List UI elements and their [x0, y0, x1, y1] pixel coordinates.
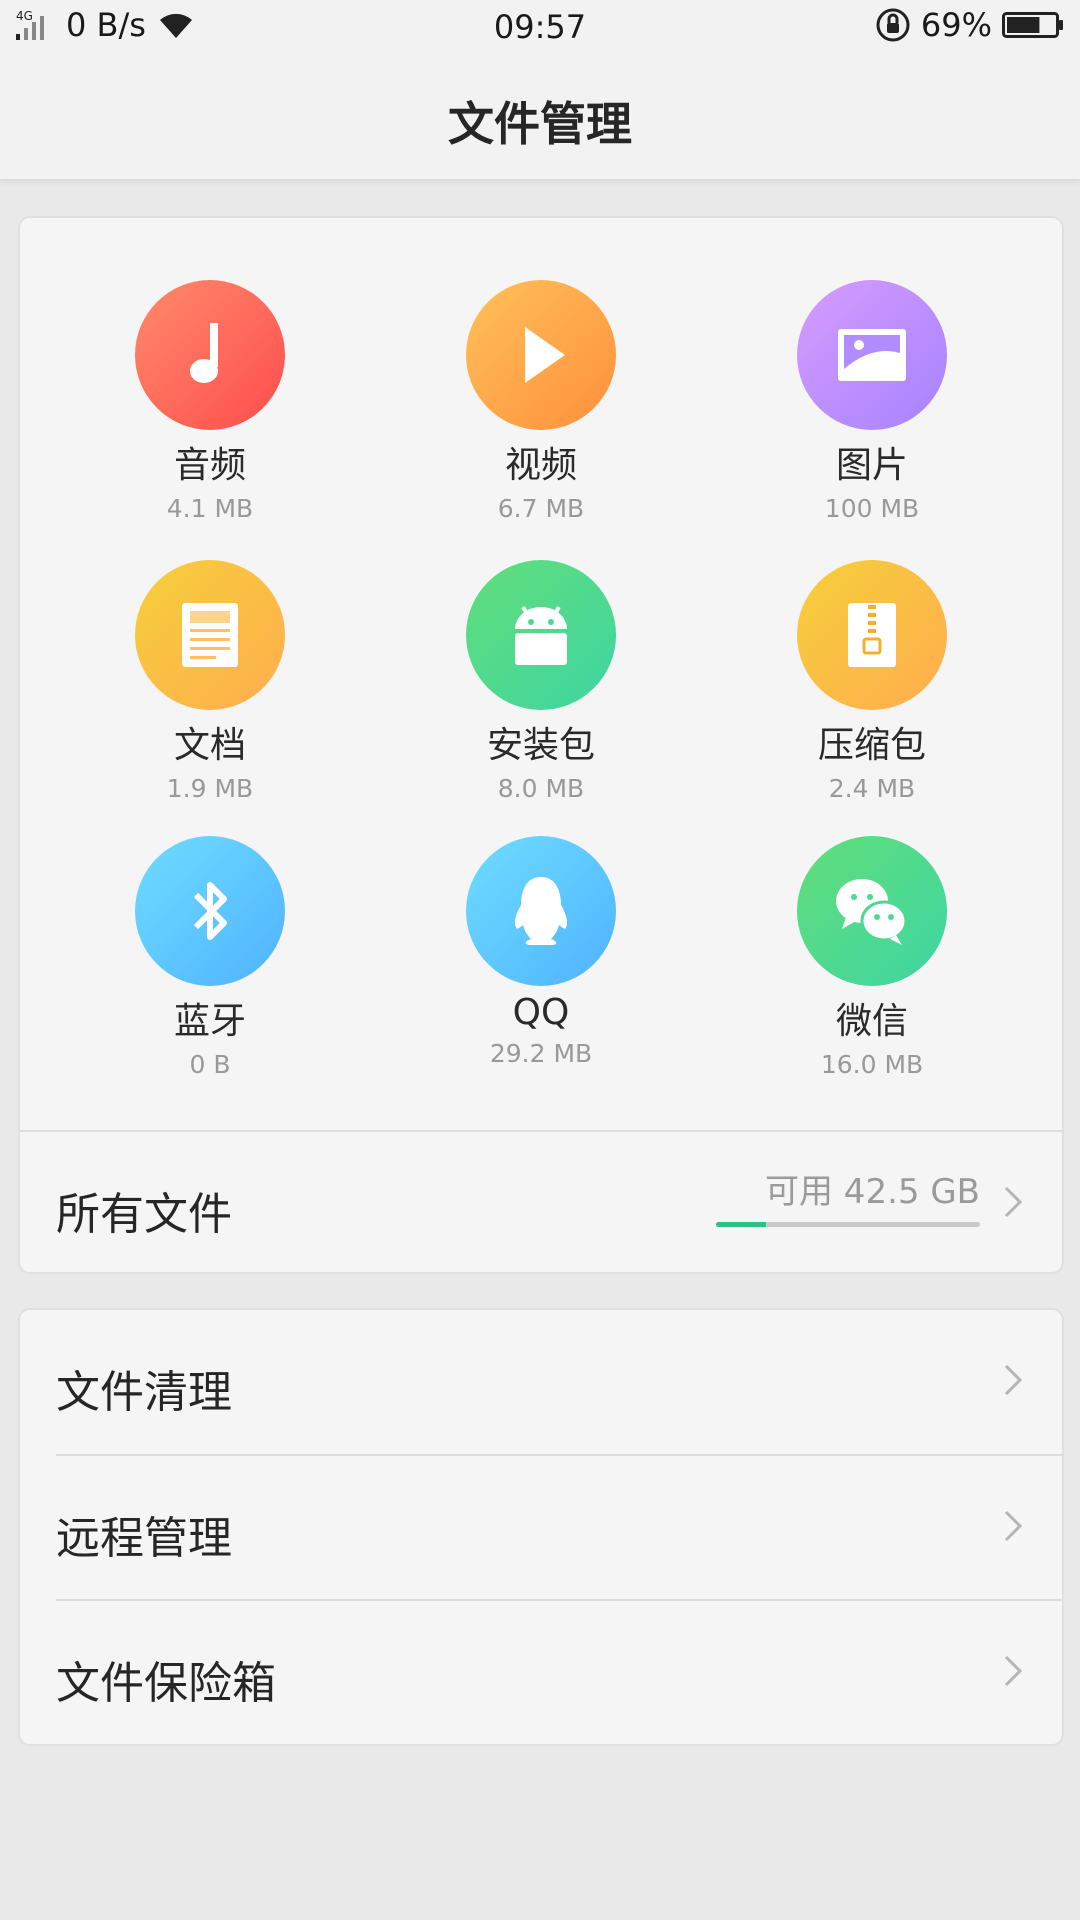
chevron-right-icon [1004, 1186, 1023, 1218]
category-size: 8.0 MB [497, 774, 585, 803]
qq-penguin-icon [466, 836, 616, 986]
category-size: 1.9 MB [166, 774, 254, 803]
category-label: 音频 [173, 445, 246, 486]
category-label: 蓝牙 [173, 1001, 246, 1042]
play-icon [466, 280, 616, 430]
category-size: 29.2 MB [489, 1039, 593, 1068]
category-label: 微信 [835, 1001, 908, 1042]
category-bluetooth[interactable]: 蓝牙 0 B [50, 836, 370, 1096]
category-label: 安装包 [486, 725, 595, 766]
tools-card: 文件清理 远程管理 文件保险箱 [18, 1308, 1064, 1746]
category-label: 文档 [173, 725, 246, 766]
category-size: 6.7 MB [497, 494, 585, 523]
category-apk[interactable]: 安装包 8.0 MB [381, 560, 701, 820]
category-label: 压缩包 [817, 725, 926, 766]
category-video[interactable]: 视频 6.7 MB [381, 280, 701, 540]
status-right: 69% [875, 6, 1064, 44]
category-label: QQ [512, 992, 570, 1033]
battery-percent: 69% [920, 6, 992, 44]
chevron-right-icon [1004, 1655, 1023, 1687]
category-audio[interactable]: 音频 4.1 MB [50, 280, 370, 540]
category-wechat[interactable]: 微信 16.0 MB [712, 836, 1032, 1096]
categories-card: 音频 4.1 MB 视频 6.7 MB 图片 100 MB 文档 1.9 MB [18, 216, 1064, 1274]
chevron-right-icon [1004, 1510, 1023, 1542]
wechat-icon [797, 836, 947, 986]
status-bar: 4G 0 B/s 09:57 69% [0, 0, 1080, 54]
tool-row-file-cleanup[interactable]: 文件清理 [20, 1310, 1062, 1450]
image-icon [797, 280, 947, 430]
category-documents[interactable]: 文档 1.9 MB [50, 560, 370, 820]
app-bar: 文件管理 [0, 54, 1080, 181]
music-note-icon [135, 280, 285, 430]
tool-row-remote-management[interactable]: 远程管理 [20, 1456, 1062, 1596]
category-qq[interactable]: QQ 29.2 MB [381, 836, 701, 1096]
category-size: 0 B [189, 1050, 231, 1079]
category-archives[interactable]: 压缩包 2.4 MB [712, 560, 1032, 820]
category-size: 16.0 MB [820, 1050, 924, 1079]
category-label: 图片 [835, 445, 908, 486]
storage-usage-bar [716, 1222, 980, 1227]
category-grid: 音频 4.1 MB 视频 6.7 MB 图片 100 MB 文档 1.9 MB [20, 218, 1062, 1130]
page-title: 文件管理 [448, 97, 632, 151]
document-icon [135, 560, 285, 710]
chevron-right-icon [1004, 1364, 1023, 1396]
category-size: 2.4 MB [828, 774, 916, 803]
battery-icon [1002, 12, 1063, 38]
tool-label: 文件清理 [56, 1367, 232, 1418]
category-images[interactable]: 图片 100 MB [712, 280, 1032, 540]
storage-usage-fill [716, 1222, 767, 1227]
tool-label: 远程管理 [56, 1513, 232, 1564]
category-size: 100 MB [824, 494, 920, 523]
tool-row-file-vault[interactable]: 文件保险箱 [20, 1601, 1062, 1741]
all-files-label: 所有文件 [56, 1189, 232, 1240]
zip-icon [797, 560, 947, 710]
android-icon [466, 560, 616, 710]
all-files-row[interactable]: 所有文件 可用 42.5 GB [20, 1132, 1062, 1272]
category-size: 4.1 MB [166, 494, 254, 523]
rotation-lock-icon [876, 8, 910, 42]
bluetooth-icon [135, 836, 285, 986]
storage-available: 可用 42.5 GB [765, 1172, 980, 1212]
tool-label: 文件保险箱 [56, 1658, 276, 1709]
category-label: 视频 [504, 445, 577, 486]
